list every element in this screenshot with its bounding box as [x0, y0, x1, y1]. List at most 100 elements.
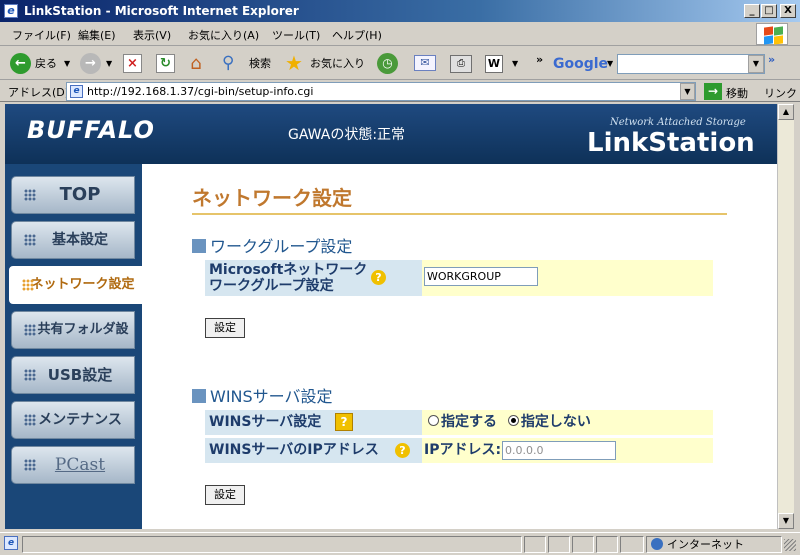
back-arrow-icon[interactable]: ←	[10, 53, 31, 74]
toolbar-more-icon[interactable]: »	[536, 49, 543, 71]
search-label[interactable]: 検索	[249, 53, 271, 75]
grip-icon	[24, 414, 36, 426]
refresh-icon[interactable]: ↻	[156, 54, 175, 73]
wins-server-options: 指定する 指定しない	[422, 410, 713, 435]
go-arrow-icon[interactable]: →	[704, 83, 722, 100]
google-search-dropdown-icon[interactable]: ▼	[748, 55, 764, 73]
status-panel-1	[524, 536, 546, 553]
scroll-up-icon[interactable]: ▲	[778, 104, 794, 120]
close-button[interactable]: X	[780, 4, 796, 18]
back-label[interactable]: 戻る	[35, 53, 57, 75]
address-dropdown-icon[interactable]: ▼	[680, 83, 695, 100]
edit-dropdown-icon[interactable]: ▼	[512, 53, 518, 75]
help-icon[interactable]: ?	[395, 443, 410, 458]
buffalo-logo: BUFFALO	[27, 116, 155, 144]
title-underline	[192, 213, 727, 215]
window-titlebar: LinkStation - Microsoft Internet Explore…	[0, 0, 800, 22]
google-logo[interactable]: Google	[553, 53, 608, 75]
workgroup-label-line2: ワークグループ設定	[209, 278, 334, 294]
wins-ip-cell: IPアドレス: 0.0.0.0	[422, 438, 713, 463]
stop-icon[interactable]: ×	[123, 54, 142, 73]
favorites-label[interactable]: お気に入り	[310, 53, 365, 75]
nav-network-label: ネットワーク設定	[30, 277, 135, 292]
nav-maintenance[interactable]: メンテナンス	[11, 401, 135, 439]
grip-icon	[24, 234, 36, 246]
help-icon[interactable]: ?	[371, 270, 386, 285]
status-text-panel	[22, 536, 522, 553]
menu-bar: ファイル(F) 編集(E) 表示(V) お気に入り(A) ツール(T) ヘルプ(…	[0, 22, 800, 46]
wins-ip-input[interactable]: 0.0.0.0	[502, 441, 616, 460]
nas-label: Network Attached Storage	[610, 117, 746, 128]
nav-basic-settings[interactable]: 基本設定	[11, 221, 135, 259]
status-bar: e インターネット	[0, 532, 800, 555]
nav-pcast-label: PCast	[54, 455, 106, 475]
grip-icon	[22, 279, 34, 291]
content-panel: ネットワーク設定 ワークグループ設定 Microsoftネットワーク ワークグル…	[142, 164, 777, 529]
nav-pcast[interactable]: PCast	[11, 446, 135, 484]
google-search-input[interactable]	[617, 54, 765, 74]
go-button[interactable]: 移動	[726, 85, 748, 101]
forward-dropdown-icon[interactable]: ▼	[106, 53, 112, 75]
nav-basic-label: 基本設定	[52, 232, 108, 248]
scroll-down-icon[interactable]: ▼	[778, 513, 794, 529]
home-icon[interactable]: ⌂	[185, 53, 207, 74]
section-marker-icon	[192, 389, 206, 403]
menu-help[interactable]: ヘルプ(H)	[332, 27, 382, 43]
page-title: ネットワーク設定	[192, 186, 352, 210]
wins-on-radio[interactable]	[428, 415, 439, 426]
workgroup-value-cell: WORKGROUP	[422, 260, 713, 296]
workgroup-input[interactable]: WORKGROUP	[424, 267, 538, 286]
wins-submit-button[interactable]: 設定	[205, 485, 245, 505]
page-status-icon: e	[4, 536, 18, 550]
menu-view[interactable]: 表示(V)	[133, 27, 171, 43]
security-zone-panel: インターネット	[646, 536, 782, 553]
maximize-button[interactable]: □	[761, 4, 777, 18]
wins-off-radio[interactable]	[507, 415, 519, 426]
zone-label: インターネット	[667, 538, 744, 551]
links-label[interactable]: リンク	[764, 85, 797, 101]
address-url: http://192.168.1.37/cgi-bin/setup-info.c…	[87, 85, 314, 98]
nav-usb-label: USB設定	[47, 366, 113, 384]
help-icon[interactable]: ?	[335, 413, 353, 431]
workgroup-label-line1: Microsoftネットワーク	[209, 262, 368, 278]
menu-tools[interactable]: ツール(T)	[272, 27, 320, 43]
grip-icon	[24, 459, 36, 471]
wins-off-label[interactable]: 指定しない	[521, 414, 591, 430]
vertical-scrollbar[interactable]: ▲ ▼	[777, 104, 794, 529]
page-icon: e	[70, 85, 83, 98]
workgroup-section-title: ワークグループ設定	[192, 233, 352, 257]
print-icon[interactable]: ⎙	[450, 55, 472, 73]
section-marker-icon	[192, 239, 206, 253]
edit-word-icon[interactable]: W	[485, 55, 503, 73]
address-input[interactable]: e http://192.168.1.37/cgi-bin/setup-info…	[66, 82, 696, 101]
grip-icon	[24, 324, 36, 336]
wins-section-title: WINSサーバ設定	[192, 383, 333, 407]
menu-favorites[interactable]: お気に入り(A)	[188, 27, 259, 43]
nav-top[interactable]: TOP	[11, 176, 135, 214]
google-dropdown-icon[interactable]: ▼	[607, 53, 613, 75]
menu-file[interactable]: ファイル(F)	[12, 27, 71, 43]
wins-ip-label: WINSサーバのIPアドレス ?	[205, 438, 422, 463]
wins-ip-label-text: WINSサーバのIPアドレス	[209, 442, 379, 458]
forward-arrow-icon[interactable]: →	[80, 53, 101, 74]
wins-on-label[interactable]: 指定する	[441, 414, 497, 430]
favorites-star-icon[interactable]: ★	[285, 52, 307, 74]
linkstation-logo: LinkStation	[587, 128, 755, 158]
windows-logo-icon	[756, 23, 788, 45]
search-icon[interactable]: ⚲	[222, 53, 244, 74]
nav-network-settings[interactable]: ネットワーク設定	[9, 266, 142, 304]
wins-section-text: WINSサーバ設定	[210, 387, 333, 406]
nav-usb-settings[interactable]: USB設定	[11, 356, 135, 394]
mail-icon[interactable]: ✉	[414, 55, 436, 71]
menu-edit[interactable]: 編集(E)	[78, 27, 116, 43]
workgroup-submit-button[interactable]: 設定	[205, 318, 245, 338]
google-more-icon[interactable]: »	[768, 49, 775, 71]
minimize-button[interactable]: _	[744, 4, 760, 18]
nav-shared-folder-settings[interactable]: 共有フォルダ設定	[11, 311, 135, 373]
grip-icon	[24, 189, 36, 201]
workgroup-label: Microsoftネットワーク ワークグループ設定 ?	[205, 260, 422, 296]
resize-grip-icon[interactable]	[784, 539, 796, 551]
back-dropdown-icon[interactable]: ▼	[64, 53, 70, 75]
web-page: BUFFALO GAWAの状態:正常 Network Attached Stor…	[5, 104, 777, 529]
history-icon[interactable]: ◷	[377, 53, 398, 74]
